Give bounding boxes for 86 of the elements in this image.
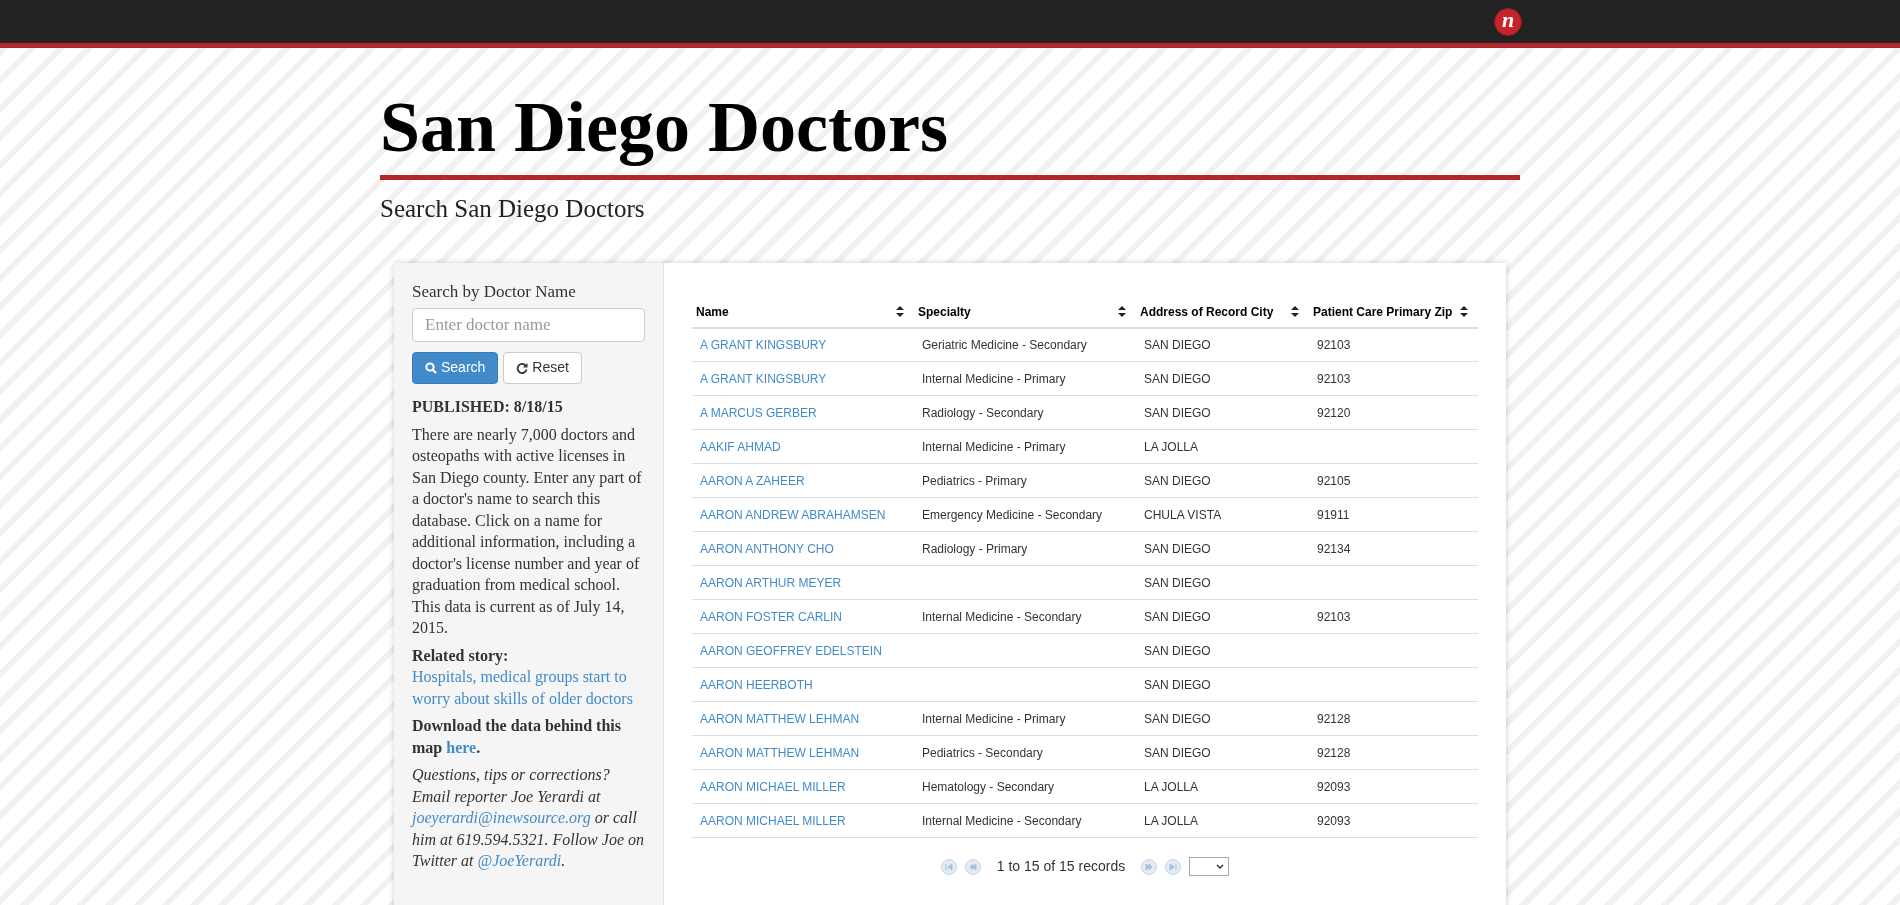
table-cell: Internal Medicine - Primary [922, 371, 1066, 386]
table-cell: 92105 [1317, 473, 1351, 488]
reset-button[interactable]: Reset [503, 352, 582, 385]
email-link[interactable]: joeyerardi@inewsource.org [412, 809, 591, 827]
doctor-name-link[interactable]: A GRANT KINGSBURY [700, 337, 827, 352]
table-cell: SAN DIEGO [1144, 745, 1211, 760]
table-cell: Pediatrics - Secondary [922, 745, 1043, 760]
contact-text: Questions, tips or corrections? Email reporter Joe Yerardi at joeyerardi@inewsource.org or call him at 619.594.5321. Follow Joe on Twitter at @JoeYerardi. [412, 765, 645, 872]
table-cell: SAN DIEGO [1144, 337, 1211, 352]
table-cell: 92103 [1317, 337, 1351, 352]
table-cell: 92103 [1317, 609, 1351, 624]
download-text: Download the data behind this map here. [412, 716, 622, 759]
refresh-icon [516, 362, 529, 375]
table-cell: 91911 [1317, 507, 1350, 522]
table-cell: LA JOLLA [1144, 439, 1199, 454]
table-cell: 92134 [1317, 541, 1351, 556]
doctor-name-link[interactable]: AARON FOSTER CARLIN [700, 609, 843, 624]
skip-page-icon[interactable] [1165, 858, 1182, 875]
table-cell: Hematology - Secondary [922, 779, 1055, 794]
download-link[interactable]: here [446, 738, 477, 756]
doctor-name-link[interactable]: AAKIF AHMAD [700, 439, 781, 454]
column-header[interactable]: Patient Care Primary Zip [1313, 302, 1453, 321]
sort-icon[interactable] [1118, 306, 1126, 318]
doctor-name-link[interactable]: AARON GEOFFREY EDELSTEIN [700, 643, 882, 658]
sort-icon[interactable] [1291, 306, 1299, 318]
story-link[interactable]: Hospitals, medical groups start to worry about skills of older doctors [412, 666, 645, 710]
doctor-name-link[interactable]: AARON MATTHEW LEHMAN [700, 745, 860, 760]
table-cell: SAN DIEGO [1144, 371, 1211, 386]
published-date: PUBLISHED: 8/18/15 [412, 397, 564, 418]
table-cell: Internal Medicine - Secondary [922, 609, 1082, 624]
page-subtitle: Search San Diego Doctors [380, 194, 646, 225]
page-title: San Diego Doctors [380, 88, 949, 168]
table-cell: Pediatrics - Primary [922, 473, 1027, 488]
table-cell: Radiology - Secondary [922, 405, 1044, 420]
table-cell: SAN DIEGO [1144, 541, 1211, 556]
sort-icon[interactable] [896, 306, 904, 318]
search-icon [425, 362, 437, 375]
column-header[interactable]: Specialty [918, 302, 971, 321]
table-cell: Geriatric Medicine - Secondary [922, 337, 1087, 352]
intro-paragraph: There are nearly 7,000 doctors and osteopaths with active licenses in San Diego county. Enter any part of a doctor's name to search this database. Click on a name for additional information, including a doctor's license number and year of graduation from medical school. This data is current as of July 14, 2015. [412, 424, 643, 639]
search-field[interactable]: Enter doctor name [412, 308, 645, 343]
doctor-name-link[interactable]: AARON ARTHUR MEYER [700, 575, 842, 590]
table-cell: SAN DIEGO [1144, 405, 1211, 420]
table-cell: Internal Medicine - Primary [922, 439, 1066, 454]
table-cell: SAN DIEGO [1144, 711, 1211, 726]
table-cell: 92093 [1317, 813, 1351, 828]
table-cell: Emergency Medicine - Secondary [922, 507, 1103, 522]
column-header[interactable]: Address of Record City [1140, 302, 1274, 321]
table-cell: 92093 [1317, 779, 1351, 794]
table-cell: CHULA VISTA [1144, 507, 1222, 522]
related-story-label: Related story: [412, 645, 510, 667]
table-cell: LA JOLLA [1144, 779, 1199, 794]
chevron-down-icon [1216, 863, 1225, 870]
table-cell: Internal Medicine - Secondary [922, 813, 1082, 828]
table-cell: 92128 [1317, 711, 1351, 726]
doctor-name-link[interactable]: AARON MICHAEL MILLER [700, 779, 846, 794]
table-cell: 92120 [1317, 405, 1351, 420]
sort-icon[interactable] [1460, 306, 1468, 318]
twitter-link[interactable]: @JoeYerardi [477, 852, 562, 870]
doctor-name-link[interactable]: AARON ANDREW ABRAHAMSEN [700, 507, 886, 522]
table-cell: SAN DIEGO [1144, 677, 1211, 692]
page-size-select[interactable] [1189, 857, 1230, 877]
table-cell: 92103 [1317, 371, 1351, 386]
table-cell: Radiology - Primary [922, 541, 1028, 556]
column-header[interactable]: Name [696, 302, 729, 321]
doctor-name-link[interactable]: AARON MICHAEL MILLER [700, 813, 846, 828]
table-cell: LA JOLLA [1144, 813, 1199, 828]
prev-page-icon[interactable] [964, 858, 981, 875]
skip-page-icon[interactable] [940, 858, 957, 875]
logo[interactable]: n [1494, 7, 1522, 36]
table-cell: 92128 [1317, 745, 1351, 760]
search-button[interactable]: Search [412, 352, 499, 385]
table-cell: SAN DIEGO [1144, 609, 1211, 624]
records-summary: 1 to 15 of 15 records [996, 857, 1126, 877]
doctor-name-link[interactable]: AARON ANTHONY CHO [700, 541, 834, 556]
search-label: Search by Doctor Name [412, 280, 577, 303]
table-cell: SAN DIEGO [1144, 643, 1211, 658]
table-cell: SAN DIEGO [1144, 473, 1211, 488]
doctor-name-link[interactable]: AARON HEERBOTH [700, 677, 813, 692]
table-cell: SAN DIEGO [1144, 575, 1211, 590]
doctor-name-link[interactable]: AARON A ZAHEER [700, 473, 805, 488]
doctor-name-link[interactable]: A MARCUS GERBER [700, 405, 817, 420]
table-cell: Internal Medicine - Primary [922, 711, 1066, 726]
doctor-name-link[interactable]: A GRANT KINGSBURY [700, 371, 827, 386]
doctor-name-link[interactable]: AARON MATTHEW LEHMAN [700, 711, 860, 726]
next-page-icon[interactable] [1141, 858, 1158, 875]
